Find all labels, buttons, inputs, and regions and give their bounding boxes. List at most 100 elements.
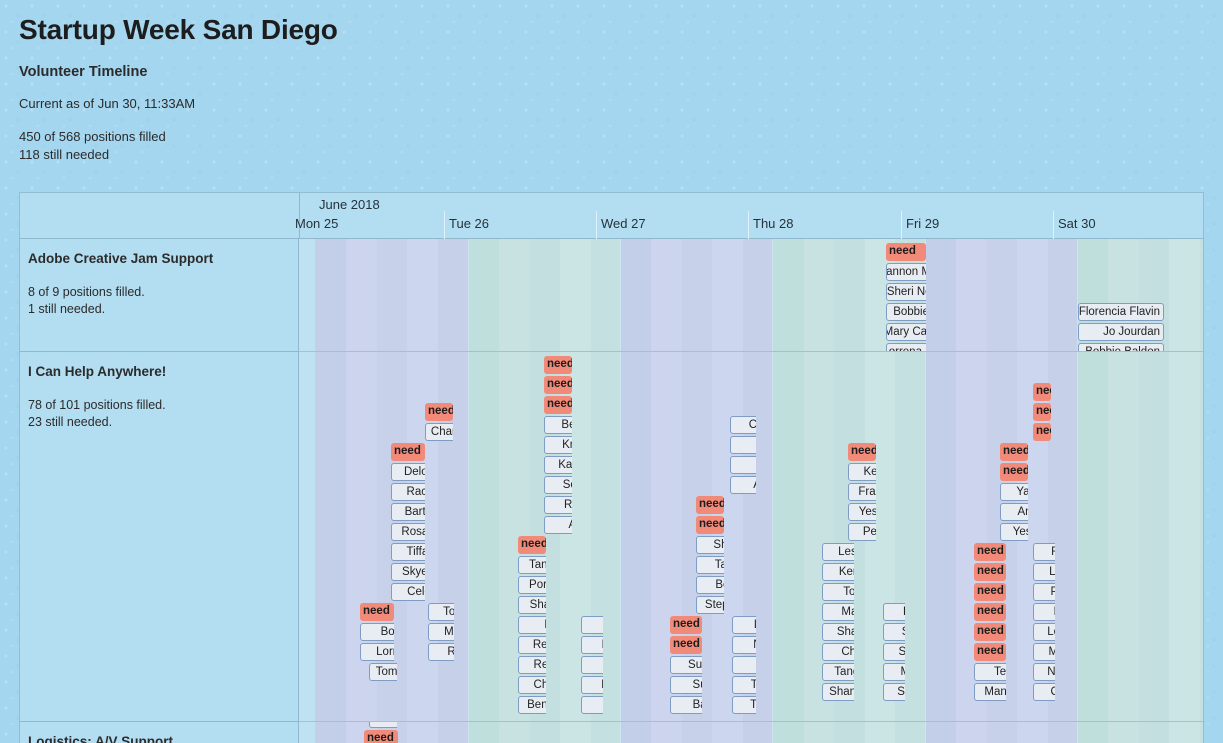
volunteer-chip[interactable]: Lora Conway [1033,623,1055,641]
volunteer-chip[interactable]: Shanna Lange [822,683,854,701]
page-subtitle: Volunteer Timeline [19,64,148,80]
need-volunteer-chip[interactable]: need [974,543,1006,561]
need-volunteer-chip[interactable]: need [364,730,398,743]
volunteer-chip[interactable]: Cherie Baldo [518,676,546,694]
volunteer-chip[interactable]: Bobbie Baldon [886,303,926,321]
volunteer-chip[interactable]: Todd Mccall [822,583,854,601]
row-still-needed: 23 still needed. [28,415,113,429]
volunteer-chip[interactable]: Phil Ramsey [1033,583,1055,601]
volunteer-chip-group: need Shannon Mowbray Sheri Newcomb Bobbie B… [886,239,926,351]
page-header: Startup Week San Diego Volunteer Timelin… [0,0,1223,164]
volunteer-chip[interactable]: Clint Bowers [1033,683,1055,701]
volunteer-chip[interactable]: Mandy Ochoa [974,683,1006,701]
need-volunteer-chip[interactable]: need [974,563,1006,581]
need-volunteer-chip[interactable]: need [974,583,1006,601]
day-header-wed-27: Wed 27 [601,216,646,231]
volunteer-chip[interactable]: Tena Oswalt [732,676,756,694]
volunteer-chip[interactable]: Lloyd Bates [732,616,756,634]
volunteer-chip[interactable]: Porsha Leach [518,576,546,594]
volunteer-chip[interactable]: Mira Durham [1033,643,1055,661]
volunteer-chip[interactable]: Sudie Lopez [670,656,702,674]
volunteer-chip[interactable]: Leota Mayes [1033,563,1055,581]
row-label[interactable]: Logistics: A/V Support [28,734,298,743]
volunteer-chip[interactable]: Tangela Moss [518,556,546,574]
volunteer-chip[interactable]: Bartley Nye [670,696,702,714]
volunteer-chip[interactable]: Lorrena Delgado [886,343,926,351]
volunteer-chip[interactable]: Alma Reilly [544,516,572,534]
day-boundary-line [620,239,621,743]
day-header-divider [444,211,445,239]
volunteer-chip[interactable]: Elvin Glover [883,603,905,621]
volunteer-chip[interactable]: Stacy Horne [883,623,905,641]
volunteer-chip[interactable]: Kim Daniels [1033,603,1055,621]
volunteer-chip[interactable]: Terri Hutson [974,663,1006,681]
volunteer-chip[interactable]: Sudie Arndt [670,676,702,694]
need-volunteer-chip[interactable]: need [886,243,926,261]
volunteer-chip[interactable]: Nan Roldan [732,636,756,654]
volunteer-chip[interactable]: Tommie Vance [369,663,397,681]
day-header-divider [596,211,597,239]
volunteer-chip[interactable]: Scot Velasco [883,643,905,661]
volunteer-chip[interactable]: Florencia Flavin [1078,303,1164,321]
volunteer-chip[interactable]: Nadia Carver [1033,663,1055,681]
volunteer-chip[interactable]: Reina Chapa [518,636,546,654]
volunteer-chip-group: Elvin Glover Stacy Horne Scot Velasco Mona … [883,352,905,721]
volunteer-chip[interactable]: Rosie Pham [428,643,454,661]
need-volunteer-chip[interactable]: need [974,603,1006,621]
volunteer-chip[interactable]: Benny Gamez [518,696,546,714]
need-volunteer-chip[interactable]: need [974,643,1006,661]
need-volunteer-chip[interactable]: need [544,396,572,414]
volunteer-chip[interactable]: Kandace Lue [544,456,572,474]
time-band [1169,239,1201,743]
volunteer-chip[interactable]: Kemp Farley [822,563,854,581]
volunteer-chip[interactable]: Shane Hardin [518,596,546,614]
time-band [1199,239,1203,743]
volunteer-chip[interactable]: Shannon Mowbray [886,263,926,281]
row-label[interactable]: Adobe Creative Jam Support 8 of 9 positio… [28,251,298,318]
volunteer-chip-group: need need need Beth Conner Kristie Lamb Kanda… [544,352,572,721]
need-volunteer-chip[interactable]: need [544,376,572,394]
time-band [926,239,957,743]
volunteer-chip[interactable]: Kristie Lamb [544,436,572,454]
volunteer-chip[interactable]: Mona Briggs [883,663,905,681]
volunteer-chip[interactable]: Nilah Frost [518,616,546,634]
need-volunteer-chip[interactable]: need [670,636,702,654]
need-volunteer-chip[interactable]: need [544,356,572,374]
volunteer-chip[interactable]: Jo Jourdan [1078,323,1164,341]
volunteer-chip[interactable]: Chelsy Ortiz [822,643,854,661]
volunteer-chip[interactable]: Scarlet Mize [544,476,572,494]
need-volunteer-chip[interactable]: need [670,616,702,634]
volunteer-timeline[interactable]: June 2018 Mon 25 Tue 26 Wed 27 Thu 28 Fri 29… [19,192,1204,743]
volunteer-chip[interactable]: Renee Baird [1033,543,1055,561]
volunteer-chip[interactable]: Teri Olsen [581,616,603,634]
volunteer-chip-group: Lloyd Bates Nan Roldan Clara Mejia Tena Osw… [732,352,756,721]
volunteer-chip[interactable]: Bryon Tracy [581,636,603,654]
volunteer-chip-group: Teri Olsen Bryon Tracy Arlen Kidd Rene Weis… [581,352,603,721]
volunteer-chip[interactable]: Marlon Cobb [428,623,454,641]
need-volunteer-chip[interactable]: need [518,536,546,554]
volunteer-chip[interactable]: Shawna Vela [822,623,854,641]
month-label: June 2018 [319,197,380,212]
volunteer-chip[interactable]: Bobbie Baldon [1078,343,1164,351]
volunteer-chip[interactable]: Riley Sutton [544,496,572,514]
volunteer-chip[interactable]: Rene Weiss [581,676,603,694]
day-boundary-line [468,239,469,743]
volunteer-chip[interactable]: Clara Mejia [732,656,756,674]
need-volunteer-chip[interactable]: need [974,623,1006,641]
volunteer-chip[interactable]: Beth Conner [544,416,572,434]
volunteer-chip[interactable]: Leslie Bloom [822,543,854,561]
volunteer-chip[interactable]: Mary Castaneda [886,323,926,341]
day-boundary-line [772,239,773,743]
volunteer-chip[interactable]: Reagan Diaz [518,656,546,674]
volunteer-chip[interactable]: Kirby Lake [581,696,603,714]
volunteer-chip[interactable]: Tomas Webb [428,603,454,621]
volunteer-chip[interactable]: Tammy Hale [732,696,756,714]
volunteer-chip[interactable]: Sheri Newcomb [886,283,926,301]
volunteer-chip[interactable]: Arlen Kidd [581,656,603,674]
volunteer-chip[interactable]: Tangela Koch [822,663,854,681]
row-label[interactable]: I Can Help Anywhere! 78 of 101 positions … [28,364,298,431]
volunteer-chip[interactable]: Marva Short [822,603,854,621]
volunteer-chip-group: Tommie Vance [369,352,397,721]
volunteer-chip[interactable]: Sharon Mims [883,683,905,701]
timeline-body[interactable]: need Shannon Mowbray Sheri Newcomb Bobbie B… [20,239,1203,743]
